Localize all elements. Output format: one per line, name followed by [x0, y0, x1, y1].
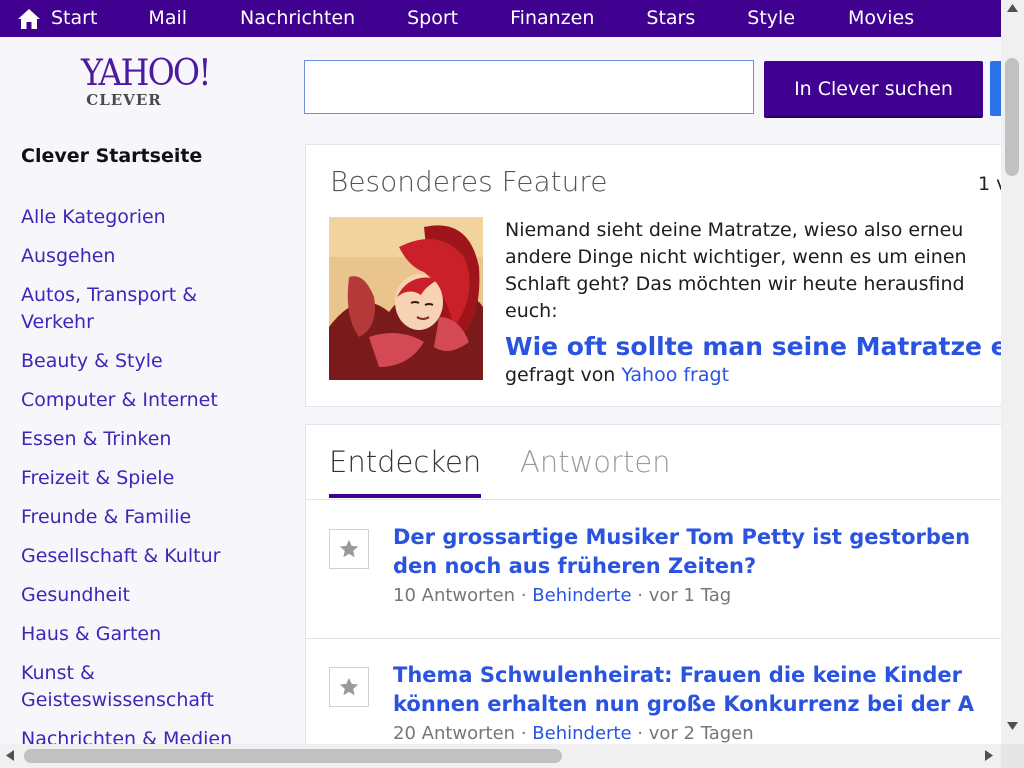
- meta-separator: ·: [520, 723, 533, 744]
- nav-item-style[interactable]: Style: [747, 0, 795, 37]
- star-icon: [339, 677, 359, 696]
- sidebar-item-ausgehen[interactable]: Ausgehen: [21, 243, 291, 270]
- scroll-left-arrow-icon[interactable]: [6, 750, 14, 761]
- feature-heading: Besonderes Feature: [330, 165, 608, 198]
- star-icon: [339, 539, 359, 558]
- feature-line: Niemand sieht deine Matratze, wieso also…: [505, 219, 964, 241]
- logo-brand: YAHOO!: [81, 53, 212, 94]
- question-title-line: können erhalten nun große Konkurrenz bei…: [393, 692, 974, 716]
- search-button[interactable]: In Clever suchen: [764, 61, 983, 116]
- discover-tabs: Entdecken Antworten: [306, 425, 1004, 500]
- horizontal-scrollbar[interactable]: [0, 744, 1001, 768]
- search-input[interactable]: [304, 60, 754, 114]
- tab-antworten[interactable]: Antworten: [520, 445, 671, 479]
- asked-by-prefix: gefragt von: [505, 364, 616, 386]
- question-title-line: Thema Schwulenheirat: Frauen die keine K…: [393, 663, 962, 687]
- sidebar-item-computer[interactable]: Computer & Internet: [21, 387, 291, 414]
- feature-line: euch:: [505, 300, 558, 322]
- category-link[interactable]: Behinderte: [532, 723, 631, 744]
- feature-description: Niemand sieht deine Matratze, wieso also…: [505, 217, 1004, 325]
- sidebar-item-alle-kategorien[interactable]: Alle Kategorien: [21, 204, 291, 231]
- meta-separator: ·: [637, 723, 649, 744]
- star-button[interactable]: [329, 529, 369, 569]
- logo-product: CLEVER: [86, 91, 162, 109]
- sidebar-item-gesellschaft[interactable]: Gesellschaft & Kultur: [21, 543, 291, 570]
- question-title-line: den noch aus früheren Zeiten?: [393, 554, 757, 578]
- sidebar-category-list: Alle Kategorien Ausgehen Autos, Transpor…: [21, 204, 291, 765]
- home-icon: [18, 8, 40, 29]
- scroll-down-arrow-icon[interactable]: [1007, 722, 1018, 730]
- nav-item-stars[interactable]: Stars: [646, 0, 695, 37]
- feature-asked-by: gefragt von Yahoo fragt: [505, 364, 729, 386]
- scroll-right-arrow-icon[interactable]: [985, 750, 993, 761]
- meta-separator: ·: [637, 585, 649, 606]
- star-button[interactable]: [329, 667, 369, 707]
- asked-by-user-link[interactable]: Yahoo fragt: [621, 364, 729, 386]
- question-age: vor 2 Tagen: [648, 723, 754, 744]
- yahoo-clever-logo[interactable]: YAHOO! CLEVER: [76, 53, 226, 109]
- sidebar-item-beauty[interactable]: Beauty & Style: [21, 348, 291, 375]
- question-age: vor 1 Tag: [648, 585, 732, 606]
- question-title-line: Der grossartige Musiker Tom Petty ist ge…: [393, 525, 971, 549]
- vertical-scroll-thumb[interactable]: [1005, 58, 1019, 176]
- feature-thumbnail-image[interactable]: [329, 217, 483, 380]
- question-meta: 20 Antworten · Behinderte · vor 2 Tagen: [393, 723, 754, 744]
- sidebar-item-freunde[interactable]: Freunde & Familie: [21, 504, 291, 531]
- tab-entdecken[interactable]: Entdecken: [329, 445, 481, 479]
- nav-item-mail[interactable]: Mail: [148, 0, 187, 37]
- nav-item-sport[interactable]: Sport: [407, 0, 458, 37]
- sidebar-title[interactable]: Clever Startseite: [21, 145, 202, 167]
- ask-question-button[interactable]: [990, 61, 1001, 116]
- horizontal-scroll-thumb[interactable]: [24, 749, 562, 763]
- category-link[interactable]: Behinderte: [532, 585, 631, 606]
- sidebar-item-autos[interactable]: Autos, Transport & Verkehr: [21, 282, 221, 336]
- sidebar-item-freizeit[interactable]: Freizeit & Spiele: [21, 465, 291, 492]
- discover-card: Entdecken Antworten Der grossartige Musi…: [305, 424, 1005, 764]
- question-title-link[interactable]: Der grossartige Musiker Tom Petty ist ge…: [393, 523, 970, 581]
- sidebar-item-haus[interactable]: Haus & Garten: [21, 621, 291, 648]
- feature-line: Schlaft geht? Das möchten wir heute hera…: [505, 273, 965, 295]
- scrollbar-corner: [1001, 744, 1024, 768]
- scroll-up-arrow-icon[interactable]: [1007, 4, 1018, 12]
- featured-question-card: Besonderes Feature 1 v Niemand sieht dei…: [305, 144, 1005, 407]
- meta-separator: ·: [520, 585, 533, 606]
- question-title-link[interactable]: Thema Schwulenheirat: Frauen die keine K…: [393, 661, 974, 719]
- answer-count: 10 Antworten: [393, 585, 516, 606]
- sidebar-item-kunst[interactable]: Kunst & Geisteswissenschaft: [21, 660, 236, 714]
- top-navigation-bar: Start Mail Nachrichten Sport Finanzen St…: [0, 0, 1001, 37]
- nav-item-movies[interactable]: Movies: [848, 0, 914, 37]
- feature-question-link[interactable]: Wie oft sollte man seine Matratze er: [505, 332, 1004, 361]
- question-meta: 10 Antworten · Behinderte · vor 1 Tag: [393, 585, 731, 606]
- answer-count: 20 Antworten: [393, 723, 516, 744]
- vertical-scrollbar[interactable]: [1001, 0, 1024, 744]
- nav-item-nachrichten[interactable]: Nachrichten: [240, 0, 355, 37]
- sidebar-item-gesundheit[interactable]: Gesundheit: [21, 582, 291, 609]
- active-tab-indicator: [329, 494, 481, 498]
- sidebar-item-essen[interactable]: Essen & Trinken: [21, 426, 291, 453]
- nav-item-label: Start: [51, 7, 98, 29]
- question-list-item: Der grossartige Musiker Tom Petty ist ge…: [306, 500, 1004, 639]
- nav-list: Start Mail Nachrichten Sport Finanzen St…: [0, 0, 914, 37]
- nav-item-finanzen[interactable]: Finanzen: [510, 0, 594, 37]
- feature-line: andere Dinge nicht wichtiger, wenn es um…: [505, 246, 967, 268]
- nav-item-start[interactable]: Start: [17, 0, 97, 37]
